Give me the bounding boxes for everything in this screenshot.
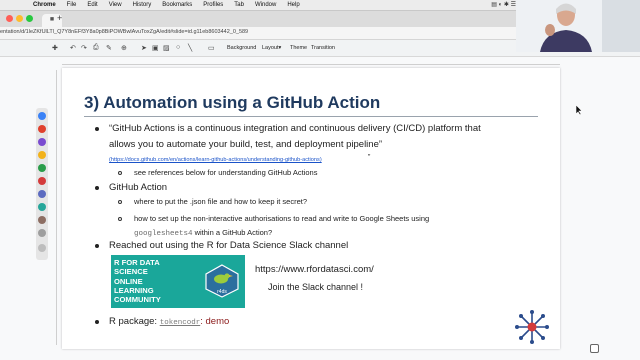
undo-icon[interactable]: ↶ xyxy=(70,44,76,52)
url-text[interactable]: entation/d/1leZKfUlLTl_Q7Y8nEFf3Y8a0p8Bi… xyxy=(0,29,248,35)
auth-question-tail: within a GitHub Action? xyxy=(192,228,273,237)
dock-app-icon[interactable] xyxy=(38,151,46,159)
demo-text: : demo xyxy=(200,316,230,327)
menu-view[interactable]: View xyxy=(109,2,122,8)
sub-bullet xyxy=(118,200,122,204)
horizontal-ruler xyxy=(62,58,560,65)
r4ds-logo-text: r4ds xyxy=(217,289,227,295)
select-cursor-icon[interactable]: ➤ xyxy=(141,44,147,52)
transition-button[interactable]: Transition xyxy=(311,45,335,51)
webcam-overlay xyxy=(516,0,640,52)
menu-edit[interactable]: Edit xyxy=(87,2,97,8)
banner-line: R FOR DATA xyxy=(114,258,160,267)
banner-text: R FOR DATA SCIENCE ONLINE LEARNING COMMU… xyxy=(114,258,161,304)
redo-icon[interactable]: ↷ xyxy=(81,44,87,52)
title-divider xyxy=(84,116,538,117)
slide[interactable]: 3) Automation using a GitHub Action “Git… xyxy=(62,68,560,349)
dock-app-icon[interactable] xyxy=(38,190,46,198)
presenter-video xyxy=(516,0,640,52)
text-box-icon[interactable]: ▣ xyxy=(152,44,159,52)
r-community-emblem xyxy=(515,310,549,344)
close-window-icon[interactable] xyxy=(6,15,13,22)
menu-chrome[interactable]: Chrome xyxy=(33,2,56,8)
dock-app-icon[interactable] xyxy=(38,229,46,237)
docs-link[interactable]: (https://docs.github.com/en/actions/lear… xyxy=(109,157,322,163)
menu-file[interactable]: File xyxy=(67,2,77,8)
layout-button[interactable]: Layout▾ xyxy=(262,45,281,51)
menubar-status-icons[interactable]: ▤ ◐ ✱ ☰ xyxy=(491,1,516,8)
screen: Chrome File Edit View History Bookmarks … xyxy=(0,0,640,360)
reached-out-text[interactable]: Reached out using the R for Data Science… xyxy=(109,240,348,251)
print-icon[interactable]: ⎙ xyxy=(93,44,99,52)
banner-line: ONLINE xyxy=(114,276,143,286)
banner-line: SCIENCE xyxy=(114,267,148,277)
side-dock xyxy=(36,108,48,260)
dock-app-icon[interactable] xyxy=(38,112,46,120)
bullet-dot xyxy=(95,320,99,324)
theme-button[interactable]: Theme xyxy=(290,45,307,51)
dock-app-icon[interactable] xyxy=(38,138,46,146)
bullet-dot xyxy=(95,186,99,190)
sub-bullet xyxy=(118,171,122,175)
menu-bookmarks[interactable]: Bookmarks xyxy=(162,2,192,8)
dock-app-icon[interactable] xyxy=(38,164,46,172)
new-slide-icon[interactable]: ✚ xyxy=(52,44,58,52)
banner-line: LEARNING xyxy=(114,285,154,295)
join-slack-text[interactable]: Join the Slack channel ! xyxy=(268,282,363,292)
googlesheets4-code: googlesheets4 xyxy=(134,230,193,238)
quote-line-2[interactable]: allows you to automate your build, test,… xyxy=(109,139,382,150)
tokencodr-code[interactable]: tokencodr xyxy=(160,319,201,327)
r4ds-community-banner[interactable]: R FOR DATA SCIENCE ONLINE LEARNING COMMU… xyxy=(111,255,245,308)
line-icon[interactable]: ╲ xyxy=(188,44,192,52)
zoom-icon[interactable]: ⊕ xyxy=(121,44,127,52)
dock-app-icon[interactable] xyxy=(38,216,46,224)
shape-icon[interactable]: ○ xyxy=(176,44,180,51)
menu-help[interactable]: Help xyxy=(287,2,299,8)
new-tab-icon[interactable]: + xyxy=(57,13,62,23)
vertical-ruler xyxy=(50,70,57,345)
github-action-heading[interactable]: GitHub Action xyxy=(109,182,167,193)
auth-question-line-2[interactable]: googlesheets4 within a GitHub Action? xyxy=(134,228,272,238)
trash-icon[interactable] xyxy=(38,244,46,252)
explore-button[interactable] xyxy=(590,344,599,353)
image-icon[interactable]: ▨ xyxy=(163,44,170,52)
quote-line-1[interactable]: “GitHub Actions is a continuous integrat… xyxy=(109,123,481,134)
r4ds-bird-logo: r4ds xyxy=(205,264,239,298)
r-package-label: R package: xyxy=(109,316,160,327)
dock-app-icon[interactable] xyxy=(38,203,46,211)
maximize-window-icon[interactable] xyxy=(26,15,33,22)
bullet-dot xyxy=(95,127,99,131)
minimize-window-icon[interactable] xyxy=(16,15,23,22)
r-package-line[interactable]: R package: tokencodr: demo xyxy=(109,316,229,327)
sub-bullet xyxy=(118,217,122,221)
menu-window[interactable]: Window xyxy=(255,2,276,8)
quote-close: ” xyxy=(368,154,371,161)
menu-tab[interactable]: Tab xyxy=(234,2,244,8)
menu-history[interactable]: History xyxy=(133,2,152,8)
comment-icon[interactable]: ▭ xyxy=(208,44,215,52)
paint-format-icon[interactable]: ✎ xyxy=(106,44,112,52)
banner-line: COMMUNITY xyxy=(114,295,161,305)
slide-title[interactable]: 3) Automation using a GitHub Action xyxy=(84,93,380,113)
menu-profiles[interactable]: Profiles xyxy=(203,2,223,8)
rfordatasci-url[interactable]: https://www.rfordatasci.com/ xyxy=(255,264,374,275)
bullet-dot xyxy=(95,244,99,248)
auth-question-line-1[interactable]: how to set up the non-interactive author… xyxy=(134,214,429,223)
see-references-text[interactable]: see references below for understanding G… xyxy=(134,168,317,177)
json-question[interactable]: where to put the .json file and how to k… xyxy=(134,197,307,206)
dock-app-icon[interactable] xyxy=(38,125,46,133)
mouse-cursor-icon xyxy=(576,105,583,115)
background-button[interactable]: Background xyxy=(227,45,256,51)
dock-app-icon[interactable] xyxy=(38,177,46,185)
